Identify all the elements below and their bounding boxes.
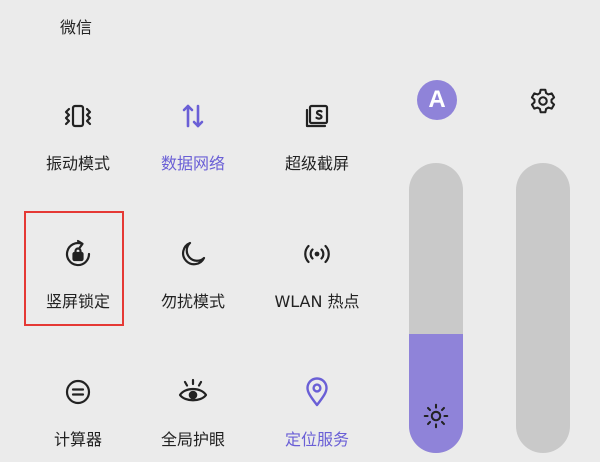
settings-gear-icon[interactable] — [528, 86, 558, 116]
brightness-sun-icon — [421, 401, 451, 431]
tile-label: 定位服务 — [284, 430, 349, 449]
top-app-label: 微信 — [60, 18, 93, 37]
brightness-slider-fill — [409, 334, 463, 453]
tile-label: 超级截屏 — [284, 154, 349, 173]
tile-vibrate[interactable]: 振动模式 — [23, 76, 133, 186]
vibrate-icon — [62, 100, 94, 132]
tile-screenshot[interactable]: 超级截屏 — [262, 76, 372, 186]
tile-label: WLAN 热点 — [274, 292, 360, 311]
tile-mobile-data[interactable]: 数据网络 — [138, 76, 248, 186]
tile-label: 数据网络 — [160, 154, 225, 173]
tile-label: 振动模式 — [45, 154, 110, 173]
eye-icon — [177, 376, 209, 408]
volume-slider[interactable] — [516, 163, 570, 453]
location-pin-icon — [301, 376, 333, 408]
calculator-icon — [62, 376, 94, 408]
highlight-rectangle — [24, 211, 124, 326]
screenshot-icon — [301, 100, 333, 132]
tile-location[interactable]: 定位服务 — [262, 352, 372, 462]
tile-label: 全局护眼 — [160, 430, 225, 449]
tile-calculator[interactable]: 计算器 — [23, 352, 133, 462]
tile-label: 计算器 — [53, 430, 102, 449]
moon-icon — [177, 238, 209, 270]
tile-label: 勿扰模式 — [160, 292, 225, 311]
tile-hotspot[interactable]: WLAN 热点 — [262, 214, 372, 324]
tile-eye-comfort[interactable]: 全局护眼 — [138, 352, 248, 462]
auto-brightness-button[interactable]: A — [417, 80, 457, 120]
hotspot-icon — [301, 238, 333, 270]
quick-settings-panel: 微信 振动模式 数据网络 超级截屏 竖屏锁定 勿扰模式 WLAN 热点 计算器 … — [0, 0, 600, 453]
tile-do-not-disturb[interactable]: 勿扰模式 — [138, 214, 248, 324]
mobile-data-icon — [177, 100, 209, 132]
